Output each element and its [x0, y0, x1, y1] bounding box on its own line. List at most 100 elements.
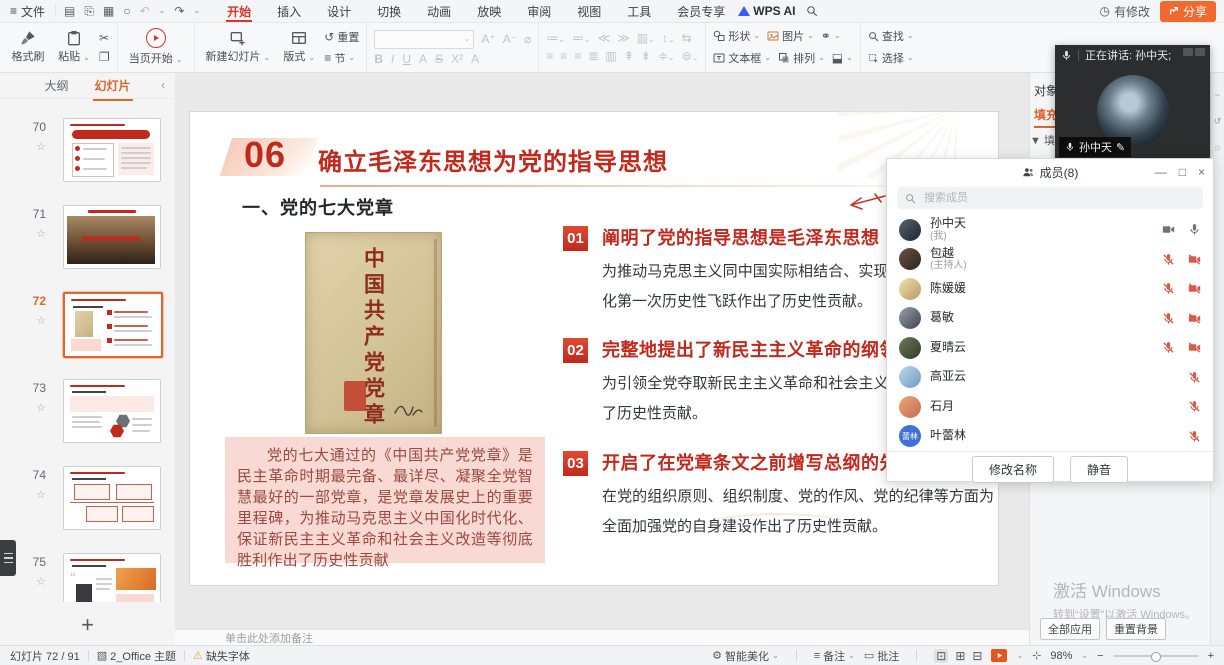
- line-spacing-button[interactable]: ↕⌄: [662, 31, 675, 45]
- ribbon-tab-会员专享[interactable]: 会员专享: [664, 0, 738, 22]
- thumbnail-preview[interactable]: [63, 118, 161, 182]
- star-icon[interactable]: ☆: [22, 488, 46, 501]
- redo-icon[interactable]: ↷: [174, 5, 184, 17]
- align-right-icon[interactable]: ≡: [574, 49, 581, 63]
- slide-thumbnail-72[interactable]: 72 ☆: [0, 292, 175, 370]
- minimize-button[interactable]: —: [1155, 165, 1167, 179]
- ribbon-tab-工具[interactable]: 工具: [614, 0, 664, 22]
- close-button[interactable]: ×: [1198, 165, 1205, 179]
- zoom-out-button[interactable]: −: [1097, 650, 1103, 662]
- wps-ai-button[interactable]: WPS AI: [738, 4, 795, 18]
- mic-off-icon[interactable]: [1188, 400, 1201, 413]
- file-menu[interactable]: ≡ 文件: [0, 0, 55, 22]
- member-row[interactable]: 包越(主持人): [887, 245, 1213, 275]
- convert-diagram-button[interactable]: ⇆: [682, 31, 692, 45]
- cam-on-icon[interactable]: [1162, 223, 1175, 236]
- layout-button[interactable]: 版式 ⌄: [278, 29, 320, 65]
- apply-all-button[interactable]: 全部应用: [1040, 618, 1100, 640]
- member-row[interactable]: 蕾林叶蕾林: [887, 422, 1213, 452]
- arrange-button[interactable]: 排列 ⌄: [778, 50, 825, 66]
- align-top-icon[interactable]: ⇞: [624, 49, 634, 63]
- fill-button[interactable]: ⬓⌄: [832, 51, 853, 65]
- mic-off-icon[interactable]: [1162, 312, 1175, 325]
- member-row[interactable]: 陈媛媛: [887, 274, 1213, 304]
- theme-label[interactable]: 2_Office 主题: [110, 648, 176, 664]
- align-objects-icon[interactable]: ⊜⌄: [682, 49, 699, 63]
- video-call-overlay[interactable]: 正在讲话: 孙中天; 孙中天 ✎: [1055, 45, 1210, 160]
- member-row[interactable]: 孙中天(我): [887, 215, 1213, 245]
- star-icon[interactable]: ☆: [22, 227, 46, 240]
- notes-button[interactable]: ≡ 备注⌄: [814, 648, 855, 664]
- cam-off-icon[interactable]: [1188, 253, 1201, 266]
- cut-button[interactable]: ✂: [99, 31, 110, 45]
- font-style-button-2[interactable]: U: [402, 53, 411, 65]
- ribbon-tab-开始[interactable]: 开始: [214, 0, 264, 22]
- clear-format-button[interactable]: ⌀: [524, 32, 531, 46]
- textbox-button[interactable]: 文本框 ⌄: [713, 50, 771, 66]
- media-button[interactable]: ⚭⌄: [821, 29, 841, 43]
- view-reading-button[interactable]: ⊟: [972, 649, 982, 663]
- find-button[interactable]: 查找 ⌄: [868, 28, 914, 44]
- zoom-level[interactable]: 98%: [1050, 650, 1072, 662]
- reset-background-button[interactable]: 重置背景: [1106, 618, 1166, 640]
- undo-icon[interactable]: ↶: [140, 5, 150, 17]
- comments-button[interactable]: ▭ 批注: [864, 648, 899, 664]
- floating-list-icon[interactable]: [0, 540, 16, 576]
- member-row[interactable]: 葛敏: [887, 304, 1213, 334]
- font-style-button-1[interactable]: I: [391, 53, 394, 65]
- cam-off-icon[interactable]: [1188, 312, 1201, 325]
- mic-off-icon[interactable]: [1188, 430, 1201, 443]
- export-icon[interactable]: ⎘: [84, 5, 94, 17]
- fit-slide-button[interactable]: ⊹: [1032, 649, 1041, 662]
- align-justify-icon[interactable]: ≣: [588, 49, 598, 63]
- save-icon[interactable]: ▤: [64, 5, 75, 17]
- font-style-button-4[interactable]: S: [435, 53, 443, 65]
- indent-button[interactable]: ≫: [617, 31, 630, 45]
- member-search-box[interactable]: [897, 187, 1203, 209]
- font-increase-button[interactable]: A⁺: [481, 32, 495, 46]
- ribbon-tab-动画[interactable]: 动画: [414, 0, 464, 22]
- distribute-icon[interactable]: ≑⌄: [658, 49, 675, 63]
- mic-off-icon[interactable]: [1162, 282, 1175, 295]
- mic-on-icon[interactable]: [1188, 223, 1201, 236]
- strip-star-icon[interactable]: ☆: [1213, 143, 1221, 154]
- cam-off-icon[interactable]: [1188, 282, 1201, 295]
- member-row[interactable]: 高亚云: [887, 363, 1213, 393]
- tab-outline[interactable]: 大纲: [42, 75, 70, 96]
- star-icon[interactable]: ☆: [22, 575, 46, 588]
- slide-thumbnail-75[interactable]: 75 ☆ “: [0, 553, 175, 602]
- redo-caret-icon[interactable]: ⌄: [193, 7, 200, 15]
- strip-refresh-icon[interactable]: ↺: [1214, 116, 1222, 127]
- font-family-select[interactable]: ⌄: [374, 30, 474, 49]
- undo-caret-icon[interactable]: ⌄: [159, 7, 166, 15]
- view-normal-button[interactable]: ⊡: [934, 649, 948, 663]
- new-slide-button[interactable]: 新建幻灯片 ⌄: [202, 29, 275, 65]
- mic-off-icon[interactable]: [1162, 253, 1175, 266]
- ribbon-tab-切换[interactable]: 切换: [364, 0, 414, 22]
- mute-button[interactable]: 静音: [1070, 456, 1128, 483]
- collapse-panel-icon[interactable]: ‹: [161, 78, 165, 92]
- slide-thumbnail-70[interactable]: 70 ☆: [0, 118, 175, 196]
- rename-button[interactable]: 修改名称: [972, 456, 1054, 483]
- print-icon[interactable]: ▦: [103, 5, 114, 17]
- copy-button[interactable]: ❐: [99, 50, 110, 64]
- outdent-button[interactable]: ≪: [598, 31, 611, 45]
- picture-button[interactable]: 图片 ⌄: [767, 28, 814, 44]
- reset-button[interactable]: ↺ 重置: [324, 29, 359, 45]
- ribbon-tab-设计[interactable]: 设计: [314, 0, 364, 22]
- strip-minus-icon[interactable]: −: [1215, 90, 1220, 100]
- play-options-caret[interactable]: ⌄: [1016, 652, 1023, 660]
- font-style-button-0[interactable]: B: [374, 53, 383, 65]
- slide-editor[interactable]: 06 确立毛泽东思想为党的指导思想 一、党的七大党章 中国共产党党章 党的七大通…: [190, 112, 998, 585]
- thumbnail-preview[interactable]: [63, 292, 163, 358]
- numbering-button[interactable]: ≕⌄: [572, 31, 591, 45]
- view-sorter-button[interactable]: ⊞: [955, 649, 965, 663]
- select-button[interactable]: 选择 ⌄: [868, 50, 914, 66]
- thumbnail-preview[interactable]: “: [63, 553, 161, 602]
- bullets-button[interactable]: ≔⌄: [546, 31, 565, 45]
- star-icon[interactable]: ☆: [22, 314, 46, 327]
- format-painter-button[interactable]: 格式刷: [7, 29, 49, 65]
- font-style-button-5[interactable]: X²: [451, 53, 463, 65]
- cam-off-icon[interactable]: [1188, 341, 1201, 354]
- slide-thumbnail-71[interactable]: 71 ☆: [0, 205, 175, 283]
